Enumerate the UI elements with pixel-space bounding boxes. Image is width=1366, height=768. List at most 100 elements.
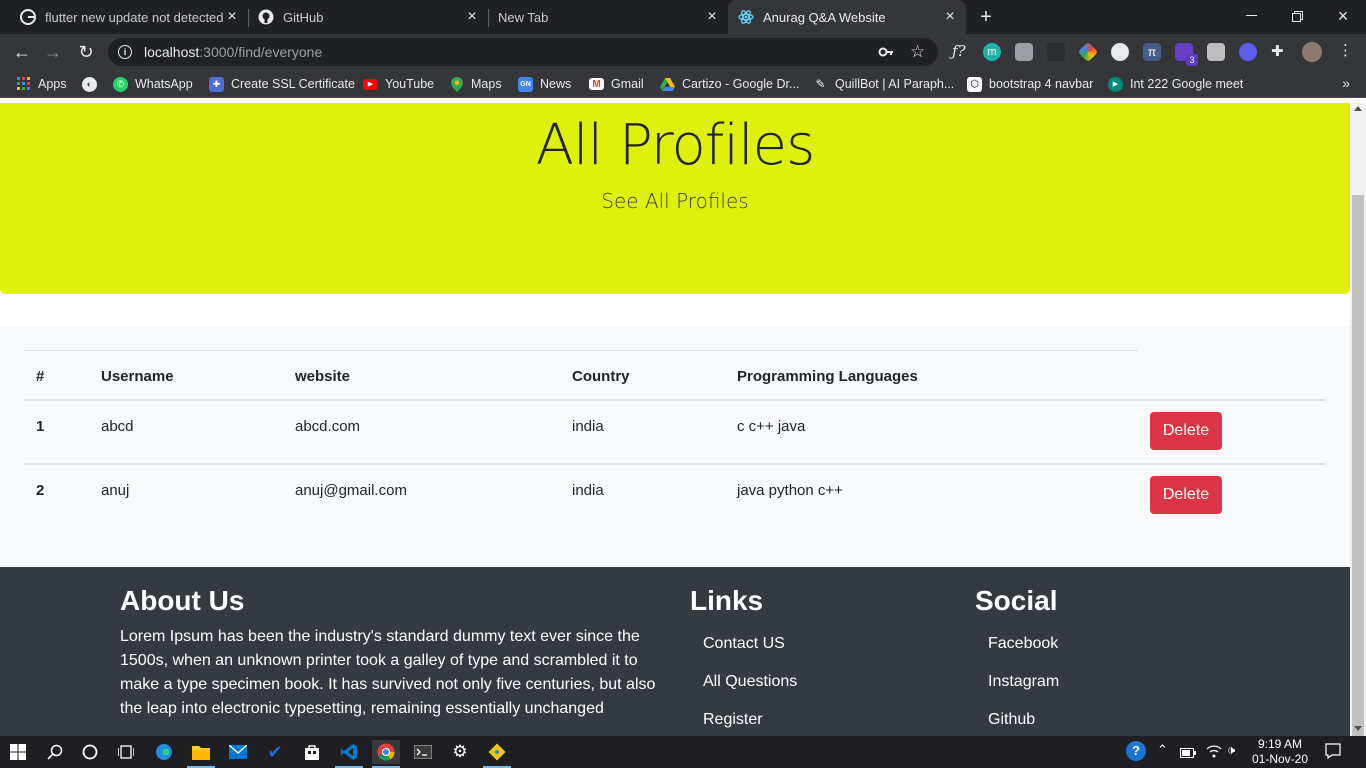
restore-icon[interactable] (1274, 0, 1320, 32)
extension-gear-icon[interactable] (1239, 43, 1257, 61)
table-top-border (24, 350, 1138, 351)
row-number: 2 (36, 482, 45, 499)
taskbar-clock[interactable]: 9:19 AM 01-Nov-20 (1244, 737, 1316, 767)
close-icon[interactable]: × (224, 9, 240, 25)
notifications-icon[interactable] (1325, 743, 1341, 762)
url-text: localhost:3000/find/everyone (144, 44, 323, 60)
row-website: abcd.com (295, 418, 361, 435)
bookmark-create-ssl[interactable]: ✚ Create SSL Certificate (209, 76, 355, 92)
address-bar[interactable]: i localhost:3000/find/everyone ☆ (108, 38, 938, 66)
gmail-icon: M (589, 78, 604, 90)
scrollbar-thumb[interactable] (1352, 195, 1364, 768)
tab-github[interactable]: GitHub × (248, 0, 488, 34)
bookmark-news[interactable]: GN News (518, 76, 571, 92)
battery-icon[interactable] (1180, 746, 1196, 761)
extension-pi-icon[interactable]: π (1143, 43, 1161, 61)
extension-flag-icon[interactable] (1015, 43, 1033, 61)
clock-time: 9:19 AM (1257, 737, 1303, 751)
bookmark-gmail[interactable]: M Gmail (589, 76, 644, 92)
close-icon[interactable]: × (704, 9, 720, 25)
globe-icon: ◐ (82, 76, 97, 92)
extension-office-icon[interactable] (1207, 43, 1225, 61)
reload-icon[interactable]: ↻ (74, 40, 98, 64)
profile-avatar[interactable] (1302, 42, 1322, 62)
bookmarks-overflow-chevron-icon[interactable]: » (1342, 75, 1350, 91)
back-arrow-icon[interactable]: ← (10, 40, 34, 64)
bookmark-maps[interactable]: Maps (449, 76, 502, 92)
scroll-up-arrow-icon[interactable] (1354, 106, 1362, 111)
column-header-number: # (36, 368, 45, 385)
windows-taskbar: ✔ ⚙ ? ⌃ 🕩 9:19 AM 01-Nov-20 (0, 736, 1366, 768)
tab-title: New Tab (498, 9, 549, 25)
terminal-icon[interactable] (411, 740, 435, 764)
todo-check-icon[interactable]: ✔ (263, 740, 287, 764)
key-icon[interactable] (878, 44, 894, 64)
formula-extension-icon[interactable]: ƒ? (952, 42, 966, 60)
page-title: All Profiles (535, 113, 816, 178)
delete-button[interactable]: Delete (1150, 476, 1222, 514)
row-languages: java python c++ (737, 482, 843, 499)
new-tab-plus-icon[interactable]: + (976, 7, 996, 27)
footer-link-facebook[interactable]: Facebook (988, 635, 1058, 653)
extensions-puzzle-icon[interactable]: ✚ (1271, 42, 1284, 60)
footer-link-contact[interactable]: Contact US (703, 635, 785, 653)
store-bag-icon[interactable] (300, 740, 324, 764)
extension-clock-icon[interactable] (1111, 43, 1129, 61)
column-header-country: Country (572, 368, 630, 385)
help-icon[interactable]: ? (1126, 741, 1146, 761)
task-view-icon[interactable] (114, 740, 138, 764)
bookmark-globe[interactable]: ◐ (82, 76, 104, 92)
tray-chevron-up-icon[interactable]: ⌃ (1157, 742, 1168, 758)
site-info-icon[interactable]: i (118, 45, 132, 59)
forward-arrow-icon[interactable]: → (41, 40, 65, 64)
bookmark-cartizo-drive[interactable]: Cartizo - Google Dr... (660, 76, 799, 92)
bookmark-quillbot[interactable]: ✎ QuillBot | AI Paraph... (813, 76, 954, 92)
chrome-icon[interactable] (372, 740, 400, 764)
extension-color-icon[interactable] (1077, 41, 1099, 63)
tab-anurag-qa[interactable]: Anurag Q&A Website × (728, 0, 966, 34)
window-close-icon[interactable]: × (1320, 0, 1366, 32)
scroll-down-arrow-icon[interactable] (1354, 726, 1362, 731)
about-heading: About Us (120, 585, 245, 616)
google-meet-icon: ▶ (1108, 76, 1123, 92)
row-country: india (572, 418, 604, 435)
close-icon[interactable]: × (942, 9, 958, 25)
volume-icon[interactable]: 🕩 (1227, 742, 1235, 758)
extension-m-icon[interactable]: m (983, 43, 1001, 61)
wifi-icon[interactable] (1206, 744, 1222, 761)
tab-title: GitHub (283, 9, 324, 25)
footer-link-github[interactable]: Github (988, 711, 1035, 729)
minimize-icon[interactable] (1228, 0, 1274, 32)
menu-kebab-icon[interactable]: ⋮ (1338, 41, 1353, 59)
footer-link-all-questions[interactable]: All Questions (703, 673, 797, 691)
bookmarks-bar: Apps ◐ ✆ WhatsApp ✚ Create SSL Certifica… (0, 70, 1366, 98)
git-icon[interactable] (485, 740, 509, 764)
page-scrollbar[interactable] (1350, 103, 1366, 768)
row-country: india (572, 482, 604, 499)
cortana-icon[interactable] (78, 740, 102, 764)
mail-icon[interactable] (226, 740, 250, 764)
bookmark-bootstrap-navbar[interactable]: ⬡ bootstrap 4 navbar (967, 76, 1093, 92)
links-heading: Links (690, 585, 764, 616)
whatsapp-icon: ✆ (113, 76, 128, 92)
bookmark-google-meet[interactable]: ▶ Int 222 Google meet (1108, 76, 1243, 92)
extension-dark-icon[interactable] (1047, 43, 1065, 61)
table-header-border (24, 399, 1325, 401)
bookmark-star-icon[interactable]: ☆ (910, 42, 925, 62)
delete-button[interactable]: Delete (1150, 412, 1222, 450)
edge-icon[interactable] (152, 740, 176, 764)
search-icon[interactable] (43, 740, 67, 764)
tab-flutter[interactable]: flutter new update not detected × (8, 0, 248, 34)
footer-link-register[interactable]: Register (703, 711, 763, 729)
windows-start-icon[interactable] (6, 740, 30, 764)
settings-gear-icon[interactable]: ⚙ (448, 740, 472, 764)
footer-link-instagram[interactable]: Instagram (988, 673, 1059, 691)
vscode-icon[interactable] (337, 740, 361, 764)
file-explorer-icon[interactable] (189, 740, 213, 764)
bookmark-whatsapp[interactable]: ✆ WhatsApp (113, 76, 193, 92)
bookmark-apps[interactable]: Apps (16, 76, 67, 92)
bookmark-youtube[interactable]: ▶ YouTube (363, 76, 434, 92)
tab-new-tab[interactable]: New Tab × (488, 0, 728, 34)
social-heading: Social (975, 585, 1058, 616)
close-icon[interactable]: × (464, 9, 480, 25)
